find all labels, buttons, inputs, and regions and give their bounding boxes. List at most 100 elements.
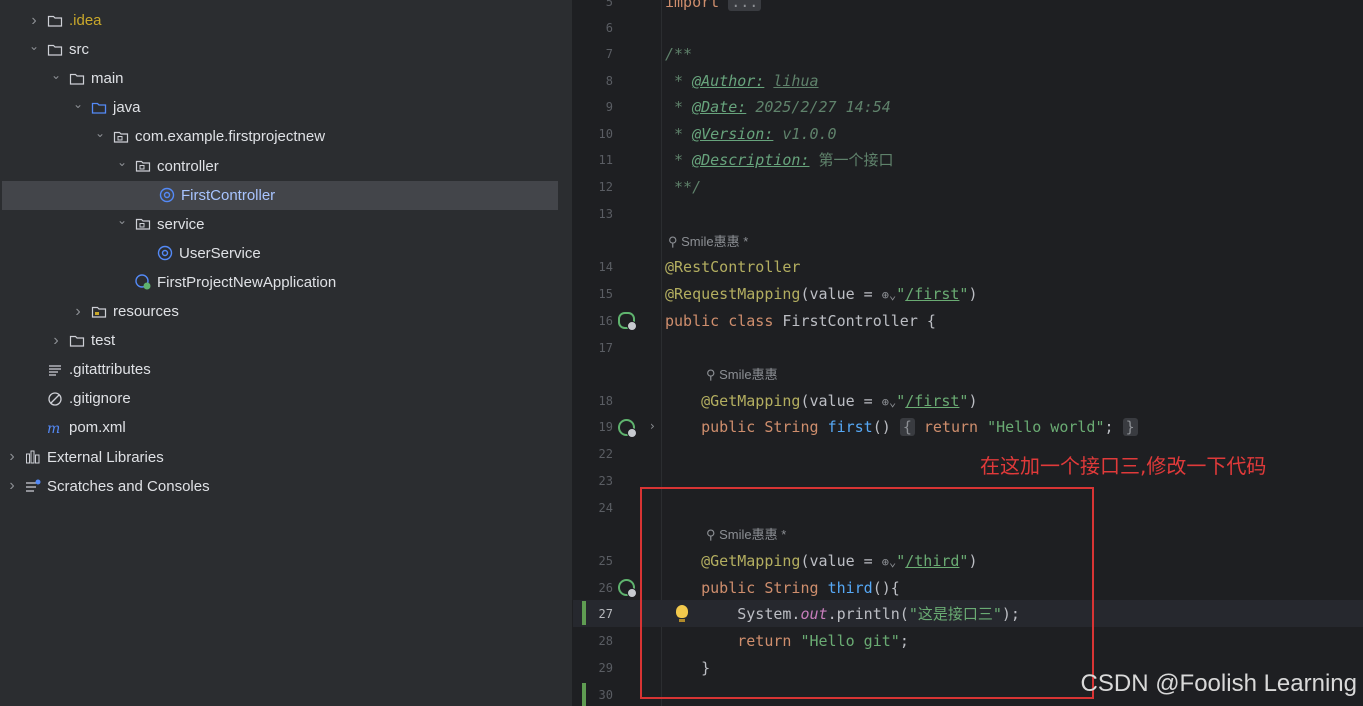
tree-item-src[interactable]: ⌄ src — [0, 35, 558, 64]
code-line-11[interactable]: * @Description: 第一个接口 — [665, 148, 894, 172]
code-line-10[interactable]: * @Version: v1.0.0 — [665, 122, 837, 146]
chevron-right-icon[interactable]: › — [26, 12, 42, 30]
line-number[interactable]: 19 — [573, 420, 613, 434]
tree-item-resources[interactable]: › resources — [0, 297, 558, 326]
globe-icon[interactable]: ⊕⌄ — [882, 288, 896, 302]
class-icon — [156, 245, 174, 261]
project-tool-window: › .idea ⌄ src ⌄ main ⌄ java ⌄ com.example.firstpr… — [0, 0, 573, 706]
line-number[interactable]: 30 — [573, 688, 613, 702]
chevron-right-icon[interactable]: › — [48, 332, 64, 350]
tree-item-firstcontroller[interactable]: · FirstController — [2, 180, 558, 210]
class-icon — [158, 187, 176, 203]
spring-boot-class-icon — [134, 274, 152, 290]
tree-item-scratches[interactable]: › Scratches and Consoles — [0, 472, 558, 501]
chevron-down-icon[interactable]: ⌄ — [92, 126, 108, 140]
code-line-18[interactable]: @GetMapping(value = ⊕⌄"/first") — [665, 389, 977, 413]
line-number[interactable]: 7 — [573, 47, 613, 61]
tree-item-label: java — [113, 99, 141, 117]
tree-item-extlibs[interactable]: › External Libraries — [0, 443, 558, 472]
folder-icon — [68, 333, 86, 349]
tree-item-gitignore[interactable]: · .gitignore — [0, 384, 558, 413]
tree-item-controller[interactable]: ⌄ controller — [0, 152, 558, 181]
chevron-down-icon[interactable]: ⌄ — [114, 213, 130, 227]
code-line-9[interactable]: * @Date: 2025/2/27 14:54 — [665, 95, 891, 119]
globe-icon[interactable]: ⊕⌄ — [882, 395, 896, 409]
line-number[interactable]: 25 — [573, 554, 613, 568]
line-number[interactable]: 15 — [573, 287, 613, 301]
line-number[interactable]: 11 — [573, 153, 613, 167]
code-line-7[interactable]: /** — [665, 42, 692, 66]
tree-item-app[interactable]: · FirstProjectNewApplication — [0, 268, 558, 297]
line-number[interactable]: 9 — [573, 100, 613, 114]
doc-tag: @Description: — [692, 151, 810, 169]
code-line-8[interactable]: * @Author: lihua — [665, 69, 819, 93]
tree-item-label: .idea — [69, 12, 102, 29]
tree-item-main[interactable]: ⌄ main — [0, 64, 558, 93]
ignore-file-icon — [46, 391, 64, 407]
folded-imports[interactable]: ... — [728, 0, 762, 11]
line-number[interactable]: 13 — [573, 207, 613, 221]
tree-item-gitattributes[interactable]: · .gitattributes — [0, 355, 558, 384]
line-number[interactable]: 24 — [573, 501, 613, 515]
line-number[interactable]: 18 — [573, 394, 613, 408]
line-number[interactable]: 23 — [573, 474, 613, 488]
url-path[interactable]: /first — [905, 392, 959, 410]
maven-icon: m — [46, 420, 64, 436]
tree-item-userservice[interactable]: · UserService — [0, 239, 558, 268]
line-number[interactable]: 26 — [573, 581, 613, 595]
line-number[interactable]: 27 — [573, 607, 613, 621]
line-number[interactable]: 12 — [573, 180, 613, 194]
doc-value: 2025/2/27 14:54 — [755, 98, 891, 116]
code-line-19[interactable]: public String first() { return "Hello wo… — [665, 415, 1138, 439]
spring-bean-gutter-icon[interactable] — [618, 312, 637, 331]
spacer: · — [136, 246, 152, 260]
doc-tag: @Version: — [692, 125, 774, 143]
author-inlay-hint[interactable]: ⚲ Smile惠惠 — [706, 366, 778, 384]
line-number[interactable]: 22 — [573, 447, 613, 461]
line-number[interactable]: 10 — [573, 127, 613, 141]
spacer: · — [138, 188, 154, 202]
chevron-right-icon[interactable]: › — [70, 303, 86, 321]
tree-item-label: FirstProjectNewApplication — [157, 273, 337, 291]
line-number[interactable]: 28 — [573, 634, 613, 648]
tree-item-test[interactable]: › test — [0, 326, 558, 355]
tree-item-idea[interactable]: › .idea — [0, 6, 558, 35]
chevron-right-icon[interactable]: › — [4, 448, 20, 466]
code-line-5[interactable]: import ... — [665, 0, 762, 14]
tree-item-label: controller — [157, 157, 219, 175]
package-icon — [134, 216, 152, 232]
tree-item-label: External Libraries — [47, 448, 164, 466]
line-number[interactable]: 14 — [573, 260, 613, 274]
code-line-14[interactable]: @RestController — [665, 255, 800, 279]
author-inlay-hint[interactable]: ⚲ Smile惠惠 * — [668, 233, 748, 251]
chevron-right-icon[interactable]: › — [4, 477, 20, 495]
folder-icon — [68, 71, 86, 87]
line-number[interactable]: 29 — [573, 661, 613, 675]
line-number[interactable]: 17 — [573, 341, 613, 355]
endpoint-gutter-icon[interactable] — [618, 579, 637, 598]
tree-item-package[interactable]: ⌄ com.example.firstprojectnew — [0, 122, 558, 151]
fold-chevron-icon[interactable]: › — [650, 419, 655, 433]
svg-text:m: m — [47, 421, 60, 436]
url-path[interactable]: /first — [905, 285, 959, 303]
chevron-down-icon[interactable]: ⌄ — [26, 39, 42, 53]
endpoint-gutter-icon[interactable] — [618, 419, 637, 438]
line-number[interactable]: 8 — [573, 74, 613, 88]
code-line-16[interactable]: public class FirstController { — [665, 309, 936, 333]
tree-item-label: .gitattributes — [69, 361, 151, 379]
code-line-12[interactable]: **/ — [665, 175, 701, 199]
chevron-down-icon[interactable]: ⌄ — [70, 97, 86, 111]
keyword: public class — [665, 312, 774, 330]
package-icon — [134, 158, 152, 174]
line-number[interactable]: 6 — [573, 21, 613, 35]
chevron-down-icon[interactable]: ⌄ — [48, 68, 64, 82]
line-number[interactable]: 16 — [573, 314, 613, 328]
code-text: (value = — [800, 285, 882, 303]
chevron-down-icon[interactable]: ⌄ — [114, 155, 130, 169]
line-number[interactable]: 5 — [573, 0, 613, 9]
keyword: import — [665, 0, 720, 11]
tree-item-service[interactable]: ⌄ service — [0, 210, 558, 239]
tree-item-pom[interactable]: · m pom.xml — [0, 413, 558, 442]
tree-item-java[interactable]: ⌄ java — [0, 93, 558, 122]
code-line-15[interactable]: @RequestMapping(value = ⊕⌄"/first") — [665, 282, 977, 306]
